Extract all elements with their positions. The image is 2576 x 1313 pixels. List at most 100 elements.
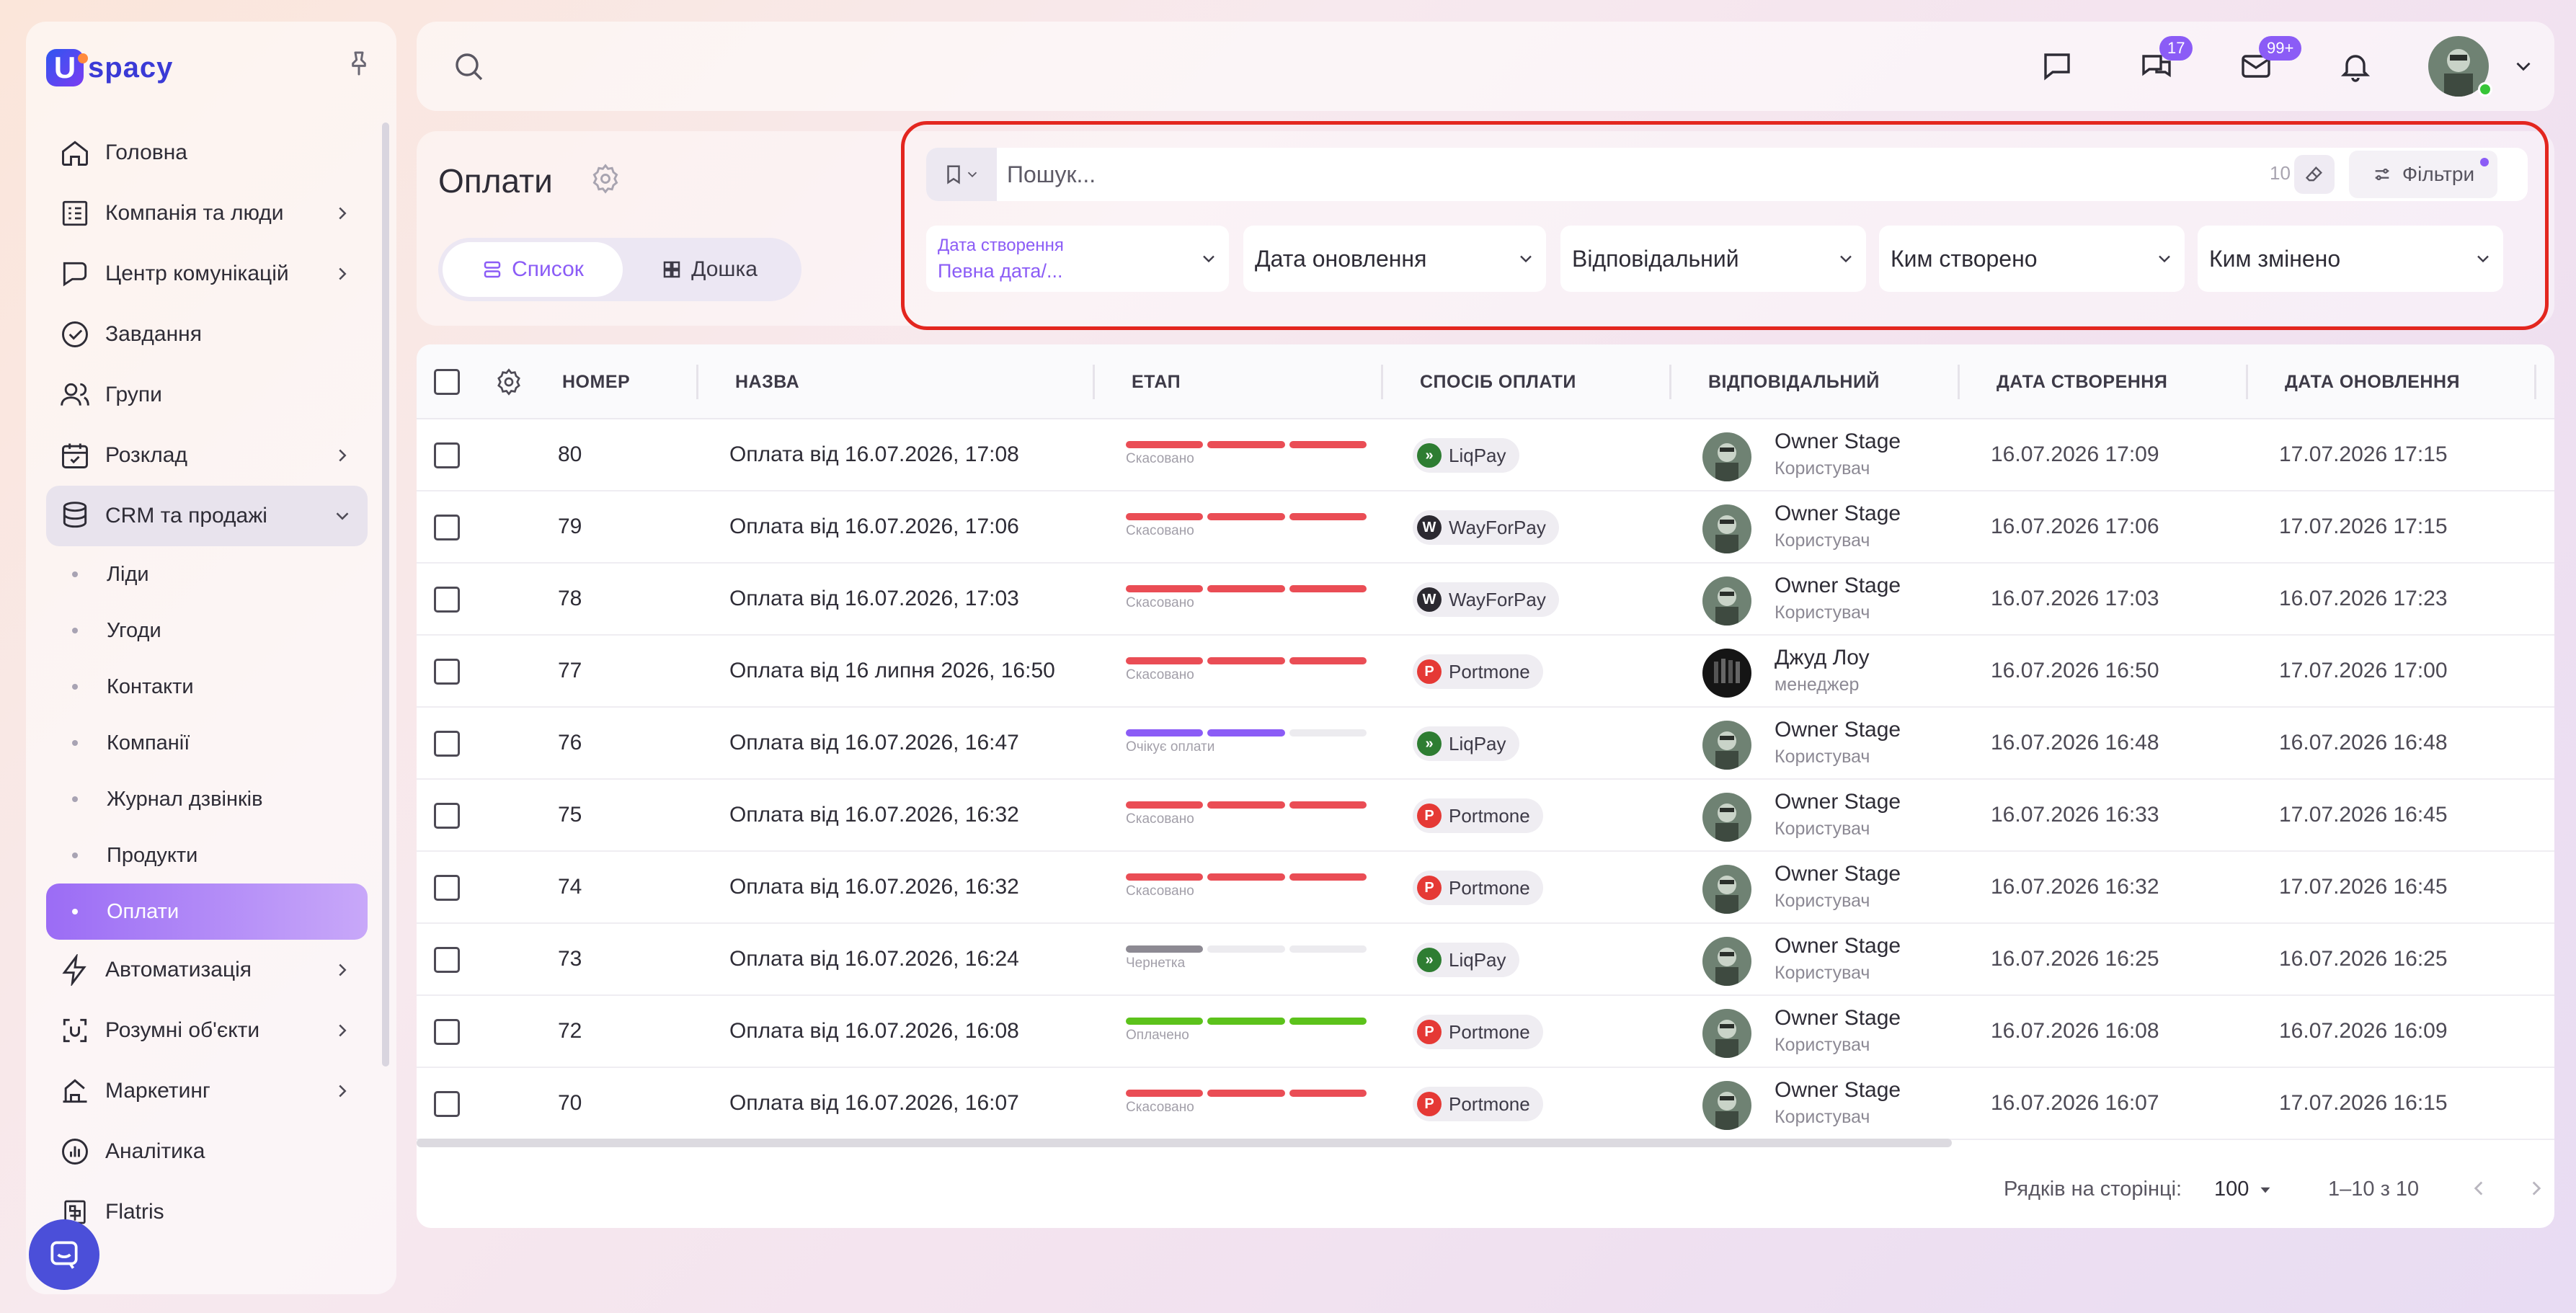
payment-name[interactable]: Оплата від 16.07.2026, 16:47 xyxy=(729,731,1019,755)
next-page-button[interactable] xyxy=(2524,1176,2549,1204)
stage-indicator[interactable]: Скасовано xyxy=(1126,657,1371,686)
payment-number[interactable]: 76 xyxy=(558,731,582,755)
sidebar-item-communications[interactable]: Центр комунікацій xyxy=(46,244,368,304)
table-row[interactable]: 76 Оплата від 16.07.2026, 16:47 Очікує опл… xyxy=(417,708,2554,780)
pin-icon[interactable] xyxy=(345,49,373,78)
stage-indicator[interactable]: Скасовано xyxy=(1126,513,1371,542)
sidebar-item-crm[interactable]: CRM та продажі xyxy=(46,486,368,546)
row-checkbox[interactable] xyxy=(434,587,460,613)
responsible-name[interactable]: Джуд Лоу xyxy=(1775,646,1870,670)
payment-name[interactable]: Оплата від 16.07.2026, 16:07 xyxy=(729,1091,1019,1116)
sidebar-item-company[interactable]: Компанія та люди xyxy=(46,183,368,244)
column-settings-icon[interactable] xyxy=(494,368,523,400)
table-row[interactable]: 77 Оплата від 16 липня 2026, 16:50 Скасова… xyxy=(417,636,2554,708)
search-icon[interactable] xyxy=(451,49,486,87)
updated-date-filter[interactable]: Дата оновлення xyxy=(1243,226,1546,292)
row-checkbox[interactable] xyxy=(434,659,460,685)
avatar[interactable] xyxy=(1702,432,1751,481)
column-updated[interactable]: ДАТА ОНОВЛЕННЯ xyxy=(2285,372,2460,393)
sidebar-item-schedule[interactable]: Розклад xyxy=(46,425,368,486)
payment-name[interactable]: Оплата від 16.07.2026, 17:08 xyxy=(729,442,1019,467)
payment-number[interactable]: 78 xyxy=(558,587,582,611)
column-responsible[interactable]: ВІДПОВІДАЛЬНИЙ xyxy=(1708,372,1880,393)
row-checkbox[interactable] xyxy=(434,1091,460,1117)
changed-by-filter[interactable]: Ким змінено xyxy=(2198,226,2503,292)
payment-number[interactable]: 80 xyxy=(558,442,582,467)
support-chat-button[interactable] xyxy=(29,1219,99,1290)
payment-number[interactable]: 79 xyxy=(558,515,582,539)
prev-page-button[interactable] xyxy=(2466,1176,2491,1204)
payment-number[interactable]: 74 xyxy=(558,875,582,899)
column-created[interactable]: ДАТА СТВОРЕННЯ xyxy=(1997,372,2167,393)
avatar[interactable] xyxy=(1702,577,1751,626)
stage-indicator[interactable]: Скасовано xyxy=(1126,585,1371,614)
payment-name[interactable]: Оплата від 16.07.2026, 16:08 xyxy=(729,1019,1019,1043)
created-date-filter[interactable]: Дата створення Певна дата/... xyxy=(926,226,1229,292)
responsible-name[interactable]: Owner Stage xyxy=(1775,790,1901,814)
sidebar-subitem-companies[interactable]: Компанії xyxy=(46,715,368,771)
sidebar-item-home[interactable]: Головна xyxy=(46,123,368,183)
payment-name[interactable]: Оплата від 16 липня 2026, 16:50 xyxy=(729,659,1055,683)
sidebar-subitem-contacts[interactable]: Контакти xyxy=(46,659,368,715)
rows-per-page-select[interactable]: 100 xyxy=(2214,1178,2275,1201)
table-row[interactable]: 79 Оплата від 16.07.2026, 17:06 Скасовано W… xyxy=(417,491,2554,564)
logo[interactable]: U spacy xyxy=(46,49,173,86)
chevron-down-icon[interactable] xyxy=(2505,37,2541,95)
horizontal-scrollbar[interactable] xyxy=(417,1139,1952,1147)
sidebar-item-tasks[interactable]: Завдання xyxy=(46,304,368,365)
payment-name[interactable]: Оплата від 16.07.2026, 17:06 xyxy=(729,515,1019,539)
column-name[interactable]: НАЗВА xyxy=(735,372,799,393)
payment-name[interactable]: Оплата від 16.07.2026, 16:32 xyxy=(729,875,1019,899)
stage-indicator[interactable]: Скасовано xyxy=(1126,873,1371,902)
avatar[interactable] xyxy=(1702,865,1751,914)
chats-icon[interactable]: 17 xyxy=(2128,36,2193,95)
stage-indicator[interactable]: Скасовано xyxy=(1126,801,1371,830)
table-row[interactable]: 74 Оплата від 16.07.2026, 16:32 Скасовано P… xyxy=(417,852,2554,924)
table-row[interactable]: 70 Оплата від 16.07.2026, 16:07 Скасовано P… xyxy=(417,1068,2554,1140)
stage-indicator[interactable]: Чернетка xyxy=(1126,945,1371,974)
responsible-filter[interactable]: Відповідальний xyxy=(1560,226,1866,292)
avatar[interactable] xyxy=(1702,721,1751,770)
table-row[interactable]: 72 Оплата від 16.07.2026, 16:08 Оплачено P P… xyxy=(417,996,2554,1068)
responsible-name[interactable]: Owner Stage xyxy=(1775,1006,1901,1031)
avatar[interactable] xyxy=(1702,793,1751,842)
comments-icon[interactable] xyxy=(2028,37,2086,95)
row-checkbox[interactable] xyxy=(434,442,460,468)
board-view-button[interactable]: Дошка xyxy=(623,242,796,297)
avatar[interactable] xyxy=(1702,504,1751,553)
responsible-name[interactable]: Owner Stage xyxy=(1775,574,1901,598)
row-checkbox[interactable] xyxy=(434,515,460,540)
responsible-name[interactable]: Owner Stage xyxy=(1775,934,1901,958)
sidebar-subitem-deals[interactable]: Угоди xyxy=(46,602,368,659)
bell-icon[interactable] xyxy=(2327,37,2384,95)
avatar[interactable] xyxy=(1702,937,1751,986)
responsible-name[interactable]: Owner Stage xyxy=(1775,862,1901,886)
sidebar-subitem-payments[interactable]: Оплати xyxy=(46,884,368,940)
sidebar-subitem-call-log[interactable]: Журнал дзвінків xyxy=(46,771,368,827)
stage-indicator[interactable]: Скасовано xyxy=(1126,441,1371,470)
sidebar-item-analytics[interactable]: Аналітика xyxy=(46,1121,368,1182)
column-stage[interactable]: ЕТАП xyxy=(1132,372,1181,393)
sidebar-item-smart-objects[interactable]: Розумні об'єкти xyxy=(46,1000,368,1061)
filters-button[interactable]: Фільтри xyxy=(2349,151,2497,198)
sidebar-item-flatris[interactable]: Flatris xyxy=(46,1182,368,1242)
sidebar-item-marketing[interactable]: Маркетинг xyxy=(46,1061,368,1121)
row-checkbox[interactable] xyxy=(434,731,460,757)
responsible-name[interactable]: Owner Stage xyxy=(1775,1078,1901,1103)
payment-number[interactable]: 72 xyxy=(558,1019,582,1043)
stage-indicator[interactable]: Оплачено xyxy=(1126,1018,1371,1046)
row-checkbox[interactable] xyxy=(434,875,460,901)
payment-number[interactable]: 73 xyxy=(558,947,582,971)
payment-number[interactable]: 75 xyxy=(558,803,582,827)
clear-filters-button[interactable] xyxy=(2294,155,2335,194)
payment-name[interactable]: Оплата від 16.07.2026, 16:32 xyxy=(729,803,1019,827)
created-by-filter[interactable]: Ким створено xyxy=(1879,226,2185,292)
sidebar-item-automation[interactable]: Автоматизація xyxy=(46,940,368,1000)
table-row[interactable]: 75 Оплата від 16.07.2026, 16:32 Скасовано P… xyxy=(417,780,2554,852)
responsible-name[interactable]: Owner Stage xyxy=(1775,718,1901,742)
avatar[interactable] xyxy=(1702,1009,1751,1058)
saved-filters-button[interactable] xyxy=(926,148,997,201)
sidebar-scrollbar[interactable] xyxy=(382,123,389,1067)
sidebar-subitem-products[interactable]: Продукти xyxy=(46,827,368,884)
column-number[interactable]: НОМЕР xyxy=(562,372,630,393)
